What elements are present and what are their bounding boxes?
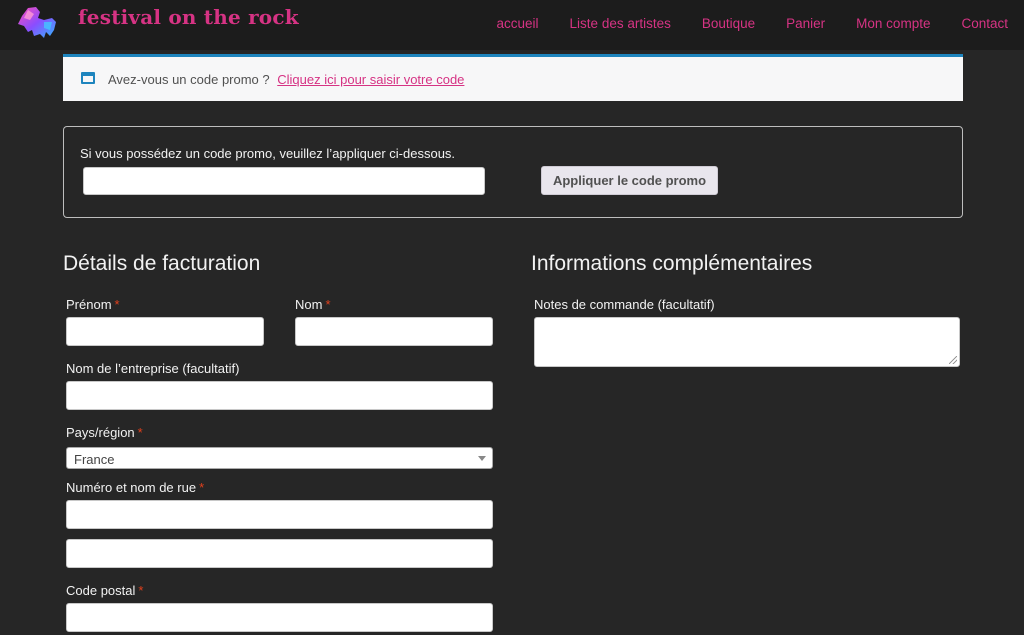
- required-marker: *: [325, 297, 331, 312]
- coupon-code-input[interactable]: [83, 167, 485, 195]
- coupon-form: Si vous possédez un code promo, veuillez…: [63, 126, 963, 218]
- main-nav: accueil Liste des artistes Boutique Pani…: [497, 16, 1008, 31]
- country-select[interactable]: France: [66, 447, 493, 469]
- required-marker: *: [199, 480, 205, 495]
- resize-handle-icon[interactable]: [949, 356, 957, 364]
- site-title[interactable]: festival on the rock: [78, 5, 299, 29]
- postcode-label: Code postal *: [66, 583, 144, 598]
- nav-item-mon-compte[interactable]: Mon compte: [856, 16, 930, 31]
- company-field[interactable]: [66, 381, 493, 410]
- nav-item-accueil[interactable]: accueil: [497, 16, 539, 31]
- coupon-form-label: Si vous possédez un code promo, veuillez…: [80, 146, 456, 161]
- first-name-label: Prénom *: [66, 297, 120, 312]
- window-icon: [81, 72, 95, 84]
- apply-coupon-button[interactable]: Appliquer le code promo: [541, 166, 718, 195]
- required-marker: *: [138, 583, 144, 598]
- nav-item-boutique[interactable]: Boutique: [702, 16, 755, 31]
- street-label: Numéro et nom de rue *: [66, 480, 205, 495]
- billing-section-title: Détails de facturation: [63, 252, 261, 275]
- additional-info-title: Informations complémentaires: [531, 252, 813, 275]
- required-marker: *: [114, 297, 120, 312]
- nav-item-panier[interactable]: Panier: [786, 16, 825, 31]
- nav-item-artistes[interactable]: Liste des artistes: [570, 16, 671, 31]
- site-header: festival on the rock accueil Liste des a…: [0, 0, 1024, 50]
- country-select-value: France: [74, 452, 115, 467]
- street-address-field[interactable]: [66, 500, 493, 529]
- coupon-notice: Avez-vous un code promo ? Cliquez ici po…: [63, 54, 963, 101]
- postcode-field[interactable]: [66, 603, 493, 632]
- coupon-notice-text: Avez-vous un code promo ?: [108, 72, 270, 87]
- first-name-field[interactable]: [66, 317, 264, 346]
- coupon-toggle-link[interactable]: Cliquez ici pour saisir votre code: [277, 72, 464, 87]
- country-label: Pays/région *: [66, 425, 143, 440]
- order-notes-textarea[interactable]: [534, 317, 960, 367]
- lion-logo-icon[interactable]: [14, 2, 62, 40]
- street-address-2-field[interactable]: [66, 539, 493, 568]
- nav-item-contact[interactable]: Contact: [961, 16, 1008, 31]
- order-notes-label: Notes de commande (facultatif): [534, 297, 715, 312]
- required-marker: *: [137, 425, 143, 440]
- last-name-label: Nom *: [295, 297, 331, 312]
- company-label: Nom de l’entreprise (facultatif): [66, 361, 240, 376]
- chevron-down-icon: [478, 456, 486, 461]
- last-name-field[interactable]: [295, 317, 493, 346]
